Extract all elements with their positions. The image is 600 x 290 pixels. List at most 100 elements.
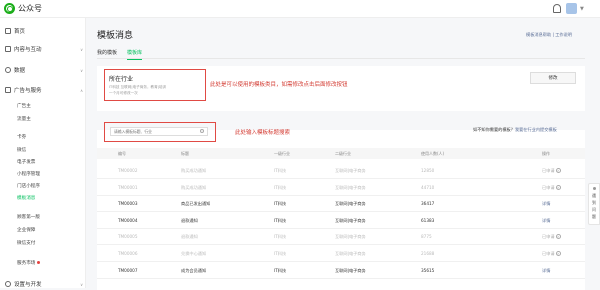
chevron-up-icon: ∧ xyxy=(80,87,83,93)
row-ind1: IT科技 xyxy=(274,168,287,173)
sidebar-item-data[interactable]: 数据 ∨ xyxy=(5,66,83,74)
row-ind2: 互联网|电子商务 xyxy=(335,184,366,190)
details-link[interactable]: 详情 xyxy=(542,218,550,224)
row-users: 61383 xyxy=(421,217,435,223)
sidebar-subitem[interactable]: 企业保障 xyxy=(17,227,35,233)
sidebar-subitem[interactable]: 卡券 xyxy=(17,134,26,140)
applied-status[interactable]: 已申请? xyxy=(542,234,561,240)
col-ind2-header: 二级行业 xyxy=(335,151,351,156)
sidebar-item-ads[interactable]: 广告与服务 ∧ xyxy=(5,86,83,94)
row-ind2: 互联网|电子商务 xyxy=(335,234,366,240)
top-bar: 公众号 ▼ xyxy=(0,0,600,18)
applied-status[interactable]: 已申请? xyxy=(542,251,561,257)
industry-desc: IT科技 互联网|电子商务，教育|培训 xyxy=(109,85,167,89)
industry-note: 一个月可修改一次 xyxy=(109,91,138,95)
chevron-down-icon: ∨ xyxy=(80,67,83,73)
row-title: 购买成功通知 xyxy=(181,184,207,190)
row-id: TM00006 xyxy=(118,251,138,256)
row-ind1: IT科技 xyxy=(274,184,287,190)
notification-dot xyxy=(37,261,41,264)
bell-icon[interactable] xyxy=(553,4,561,13)
row-id: TM00007 xyxy=(118,267,138,273)
app-logo[interactable]: 公众号 xyxy=(4,3,42,14)
help-icon[interactable]: ? xyxy=(555,251,561,256)
row-users: 12850 xyxy=(421,168,435,173)
sidebar-subitem[interactable]: 门店小程序 xyxy=(17,183,40,189)
annotation-search: 此处输入模板标题搜索 xyxy=(235,130,291,136)
row-users: 21688 xyxy=(421,251,435,256)
row-title: 退款通知 xyxy=(181,234,198,240)
edit-industry-button[interactable]: 修改 xyxy=(530,72,576,84)
wechat-logo-icon xyxy=(4,3,15,14)
row-id: TM00002 xyxy=(118,168,138,173)
details-link[interactable]: 详情 xyxy=(542,201,550,207)
chart-icon xyxy=(5,67,11,73)
row-title: 购买成功通知 xyxy=(181,168,207,173)
sidebar-subitem[interactable]: 流量主 xyxy=(17,116,31,122)
chevron-down-icon: ∨ xyxy=(80,46,83,52)
row-title: 成为会员通知 xyxy=(181,267,207,273)
row-ind2: 互联网|电子商务 xyxy=(335,201,366,207)
feedback-float-button[interactable]: 遇 到 问 题 xyxy=(588,183,600,225)
submit-template-link[interactable]: 我要在行业内提交模板 xyxy=(515,127,557,132)
sidebar: 首页 内容与互动 ∨ 数据 ∨ 广告与服务 ∧ 广告主 流量主 卡券 微信 电子… xyxy=(0,18,86,288)
sidebar-subitem[interactable]: 微信 xyxy=(17,147,26,153)
app-title: 公众号 xyxy=(18,4,42,13)
page-title: 模板消息 xyxy=(97,31,134,41)
annotation-industry: 此处是可以使用的模板类目，如需修改点击后面修改按钮 xyxy=(210,82,348,88)
sidebar-subitem[interactable]: 小程序管理 xyxy=(17,171,40,177)
col-id-header: 编号 xyxy=(118,151,126,156)
sidebar-subitem[interactable]: 微信支付 xyxy=(17,240,35,246)
help-icon[interactable]: ? xyxy=(555,168,561,173)
ads-icon xyxy=(5,87,11,93)
row-ind2: 互联网|电子商务 xyxy=(335,217,366,223)
row-ind2: 互联网|电子商务 xyxy=(335,168,366,173)
sidebar-subitem[interactable]: 广告主 xyxy=(17,103,31,109)
row-id: TM00004 xyxy=(118,217,138,223)
applied-status[interactable]: 已申请? xyxy=(542,184,561,191)
row-id: TM00003 xyxy=(118,201,138,207)
row-ind2: 互联网|电子商务 xyxy=(335,267,366,273)
tab-divider xyxy=(97,58,585,59)
feedback-icon xyxy=(593,187,596,190)
sidebar-item-content[interactable]: 内容与互动 ∨ xyxy=(5,45,83,53)
document-icon xyxy=(5,46,11,52)
row-id: TM00005 xyxy=(118,234,138,240)
col-users-header: 使用人数(人) xyxy=(421,151,445,156)
row-users: 36417 xyxy=(421,201,435,207)
sidebar-item-home[interactable]: 首页 xyxy=(5,27,83,35)
row-ind1: IT科技 xyxy=(274,251,287,256)
industry-title: 所在行业 xyxy=(109,76,134,83)
help-link[interactable]: 模板消息帮助 | 工作说明 xyxy=(526,32,572,38)
row-ind1: IT科技 xyxy=(274,234,287,240)
applied-status[interactable]: 已申请? xyxy=(542,168,561,174)
row-ind1: IT科技 xyxy=(274,201,287,207)
help-line: 如不知你需要的模板？我要在行业内提交模板 xyxy=(473,127,557,132)
home-icon xyxy=(5,28,11,34)
gear-icon xyxy=(5,281,11,287)
row-title: 商品已发出通知 xyxy=(181,201,211,207)
col-action-header: 操作 xyxy=(542,151,550,156)
row-users: 44710 xyxy=(421,184,435,190)
help-icon[interactable]: ? xyxy=(555,184,561,190)
sidebar-item-template-msg[interactable]: 模板消息 xyxy=(17,195,35,201)
sidebar-item-settings[interactable]: 设置与开发 ∨ xyxy=(5,280,83,288)
sidebar-subitem[interactable]: 顾客第一版 xyxy=(17,214,40,220)
row-title: 退款通知 xyxy=(181,217,198,223)
chevron-down-icon: ∨ xyxy=(80,281,83,287)
sidebar-subitem[interactable]: 电子发票 xyxy=(17,159,35,165)
col-ind1-header: 一级行业 xyxy=(274,151,290,156)
details-link[interactable]: 详情 xyxy=(542,268,550,274)
chevron-down-icon[interactable]: ▼ xyxy=(580,6,584,12)
row-title: 兑换中心通知 xyxy=(181,251,207,256)
avatar[interactable] xyxy=(566,3,577,14)
row-ind1: IT科技 xyxy=(274,217,287,223)
sidebar-item-market[interactable]: 服务市场 xyxy=(17,260,41,266)
row-ind1: IT科技 xyxy=(274,267,287,273)
col-title-header: 标题 xyxy=(181,151,189,156)
search-icon[interactable] xyxy=(200,129,204,133)
help-icon[interactable]: ? xyxy=(555,234,561,240)
row-ind2: 互联网|电子商务 xyxy=(335,251,366,256)
search-input[interactable] xyxy=(110,127,208,136)
row-users: 8775 xyxy=(421,234,432,240)
